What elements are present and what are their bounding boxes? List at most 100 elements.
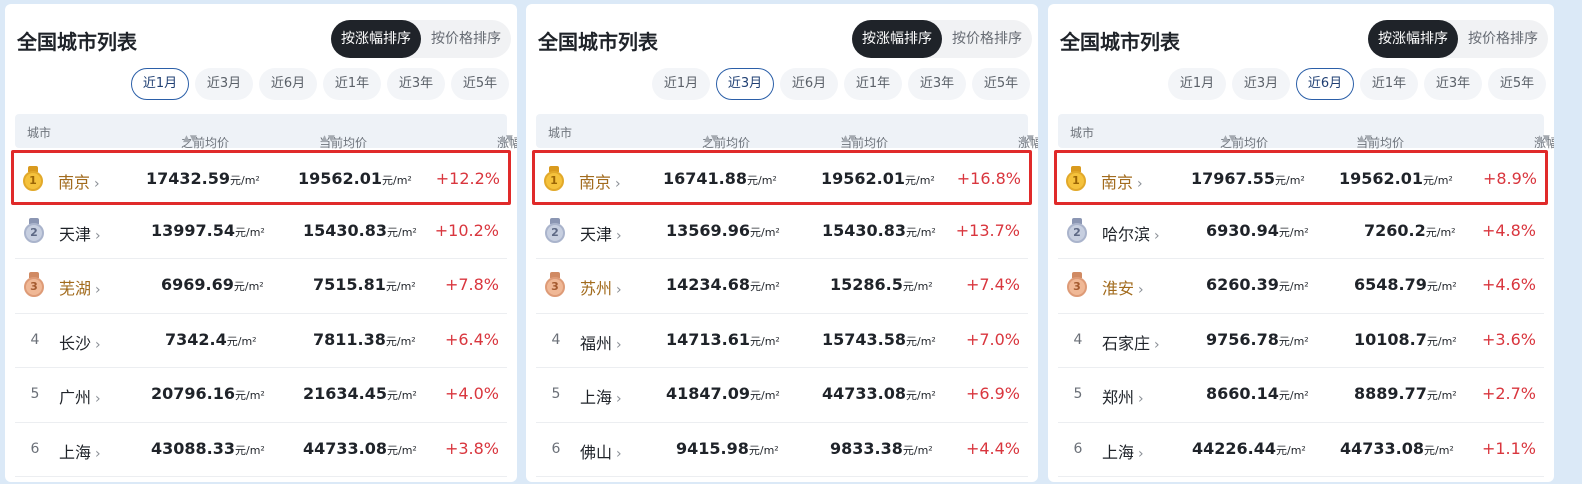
sort-by-change-button[interactable]: 按涨幅排序 — [331, 20, 421, 58]
rank-number: 4 — [551, 331, 561, 348]
sort-by-price-button[interactable]: 按价格排序 — [942, 20, 1032, 58]
tab-3-years[interactable]: 近3年 — [908, 68, 966, 100]
rank-number: 5 — [30, 386, 40, 402]
tab-3-years[interactable]: 近3年 — [1424, 68, 1482, 100]
before-price: 41847.09元/m² — [666, 384, 780, 403]
city-name[interactable]: 福州 › — [580, 330, 622, 354]
sort-toggle: 按涨幅排序 按价格排序 — [331, 20, 511, 58]
chevron-right-icon: › — [1154, 336, 1160, 353]
change-percent: +1.1% — [1481, 438, 1536, 458]
city-name[interactable]: 广州 › — [59, 384, 101, 408]
tab-5-years[interactable]: 近5年 — [1488, 68, 1546, 100]
table-row[interactable]: 3 淮安 › 6260.39元/m² 6548.79元/m² +4.6% — [1058, 259, 1544, 314]
city-name[interactable]: 南京 › — [579, 169, 621, 193]
city-name[interactable]: 南京 › — [1101, 169, 1143, 193]
current-price: 21634.45元/m² — [303, 384, 417, 403]
rank-number: 5 — [551, 386, 561, 402]
before-price: 9415.98元/m² — [676, 438, 779, 458]
table-row[interactable]: 6 上海 › 44226.44元/m² 44733.08元/m² +1.1% — [1058, 423, 1544, 477]
before-price: 6930.94元/m² — [1206, 220, 1309, 240]
city-name[interactable]: 天津 › — [580, 221, 622, 245]
tab-3-months[interactable]: 近3月 — [1232, 68, 1290, 100]
city-name[interactable]: 上海 › — [580, 384, 622, 408]
panel-title: 全国城市列表 — [1060, 30, 1180, 54]
before-price: 44226.44元/m² — [1192, 438, 1306, 458]
sort-arrows-icon: ▲▼ — [321, 134, 335, 144]
tab-1-year[interactable]: 近1年 — [844, 68, 902, 100]
bronze-medal-icon: 3 — [23, 272, 45, 298]
column-city: 城市 — [548, 126, 573, 140]
city-name[interactable]: 上海 › — [1102, 439, 1144, 463]
table-row[interactable]: 1 南京 › 17967.55元/m² 19562.01元/m² +8.9% — [1054, 150, 1548, 205]
sort-by-price-button[interactable]: 按价格排序 — [421, 20, 511, 58]
sort-by-price-button[interactable]: 按价格排序 — [1458, 20, 1548, 58]
table-header: 城市 之前均价 ▲▼ 当前均价 ▲▼ 涨幅 ▲▼ — [536, 114, 1038, 150]
before-price: 16741.88元/m² — [663, 169, 777, 188]
table-row[interactable]: 6 佛山 › 9415.98元/m² 9833.38元/m² +4.4% — [536, 423, 1028, 477]
city-name[interactable]: 上海 › — [59, 439, 101, 463]
chevron-right-icon: › — [94, 176, 100, 192]
tab-5-years[interactable]: 近5年 — [972, 68, 1030, 100]
current-price: 44733.08元/m² — [1340, 438, 1454, 458]
table-header: 城市 之前均价 ▲▼ 当前均价 ▲▼ 涨幅 ▲▼ — [1058, 114, 1554, 150]
table-row[interactable]: 6 上海 › 43088.33元/m² 44733.08元/m² +3.8% — [15, 423, 507, 477]
table-body: 1 南京 › 17967.55元/m² 19562.01元/m² +8.9% 2 … — [1054, 150, 1548, 477]
gold-medal-icon: 1 — [22, 166, 44, 192]
tab-5-years[interactable]: 近5年 — [451, 68, 509, 100]
table-row[interactable]: 3 芜湖 › 6969.69元/m² 7515.81元/m² +7.8% — [15, 259, 507, 314]
tab-6-months[interactable]: 近6月 — [259, 68, 317, 100]
column-city: 城市 — [1070, 126, 1095, 140]
city-name[interactable]: 苏州 › — [580, 275, 622, 299]
sort-arrows-icon: ▲▼ — [183, 134, 197, 144]
tab-1-month[interactable]: 近1月 — [131, 68, 189, 100]
tab-3-months[interactable]: 近3月 — [195, 68, 253, 100]
table-row[interactable]: 2 哈尔滨 › 6930.94元/m² 7260.2元/m² +4.8% — [1058, 205, 1544, 259]
silver-medal-icon: 2 — [544, 217, 566, 244]
table-row[interactable]: 2 天津 › 13569.96元/m² 15430.83元/m² +13.7% — [536, 205, 1028, 259]
city-name[interactable]: 长沙 › — [59, 330, 101, 354]
change-percent: +10.2% — [434, 220, 499, 240]
city-name[interactable]: 芜湖 › — [59, 275, 101, 299]
city-list-panel-2: 全国城市列表 按涨幅排序 按价格排序 近1月 近3月 近6月 近1年 近3年 近… — [526, 4, 1038, 482]
change-percent: +6.4% — [444, 329, 499, 349]
tab-1-year[interactable]: 近1年 — [323, 68, 381, 100]
panel-header: 全国城市列表 按涨幅排序 按价格排序 — [5, 4, 517, 72]
before-price: 7342.4元/m² — [165, 329, 257, 349]
tab-1-year[interactable]: 近1年 — [1360, 68, 1418, 100]
table-row[interactable]: 1 南京 › 17432.59元/m² 19562.01元/m² +12.2% — [11, 150, 511, 205]
table-row[interactable]: 3 苏州 › 14234.68元/m² 15286.5元/m² +7.4% — [536, 259, 1028, 314]
city-list-panel-1: 全国城市列表 按涨幅排序 按价格排序 近1月 近3月 近6月 近1年 近3年 近… — [5, 4, 517, 482]
city-name[interactable]: 石家庄 › — [1102, 330, 1160, 354]
sort-arrows-icon: ▲▼ — [1536, 134, 1550, 144]
tab-1-month[interactable]: 近1月 — [1168, 68, 1226, 100]
city-name[interactable]: 天津 › — [59, 221, 101, 245]
tab-6-months[interactable]: 近6月 — [1296, 68, 1354, 100]
change-percent: +3.6% — [1481, 329, 1536, 349]
change-percent: +13.7% — [955, 220, 1020, 240]
bronze-medal-icon: 3 — [1066, 272, 1088, 298]
city-name[interactable]: 淮安 › — [1102, 275, 1144, 299]
city-name[interactable]: 佛山 › — [580, 439, 622, 463]
tab-3-months[interactable]: 近3月 — [716, 68, 774, 100]
tab-3-years[interactable]: 近3年 — [387, 68, 445, 100]
city-name[interactable]: 南京 › — [58, 169, 100, 193]
tab-1-month[interactable]: 近1月 — [652, 68, 710, 100]
sort-by-change-button[interactable]: 按涨幅排序 — [1368, 20, 1458, 58]
table-row[interactable]: 5 上海 › 41847.09元/m² 44733.08元/m² +6.9% — [536, 368, 1028, 423]
table-row[interactable]: 5 广州 › 20796.16元/m² 21634.45元/m² +4.0% — [15, 368, 507, 423]
table-row[interactable]: 2 天津 › 13997.54元/m² 15430.83元/m² +10.2% — [15, 205, 507, 259]
current-price: 10108.7元/m² — [1354, 329, 1457, 349]
table-row[interactable]: 4 石家庄 › 9756.78元/m² 10108.7元/m² +3.6% — [1058, 314, 1544, 368]
table-row[interactable]: 4 长沙 › 7342.4元/m² 7811.38元/m² +6.4% — [15, 314, 507, 368]
tab-6-months[interactable]: 近6月 — [780, 68, 838, 100]
current-price: 44733.08元/m² — [303, 438, 417, 458]
table-row[interactable]: 4 福州 › 14713.61元/m² 15743.58元/m² +7.0% — [536, 314, 1028, 368]
before-price: 20796.16元/m² — [151, 384, 265, 403]
city-name[interactable]: 哈尔滨 › — [1102, 221, 1160, 245]
rank-number: 6 — [30, 440, 40, 457]
chevron-right-icon: › — [616, 336, 622, 353]
table-row[interactable]: 5 郑州 › 8660.14元/m² 8889.77元/m² +2.7% — [1058, 368, 1544, 423]
city-name[interactable]: 郑州 › — [1102, 384, 1144, 408]
sort-by-change-button[interactable]: 按涨幅排序 — [852, 20, 942, 58]
table-row[interactable]: 1 南京 › 16741.88元/m² 19562.01元/m² +16.8% — [532, 150, 1032, 205]
